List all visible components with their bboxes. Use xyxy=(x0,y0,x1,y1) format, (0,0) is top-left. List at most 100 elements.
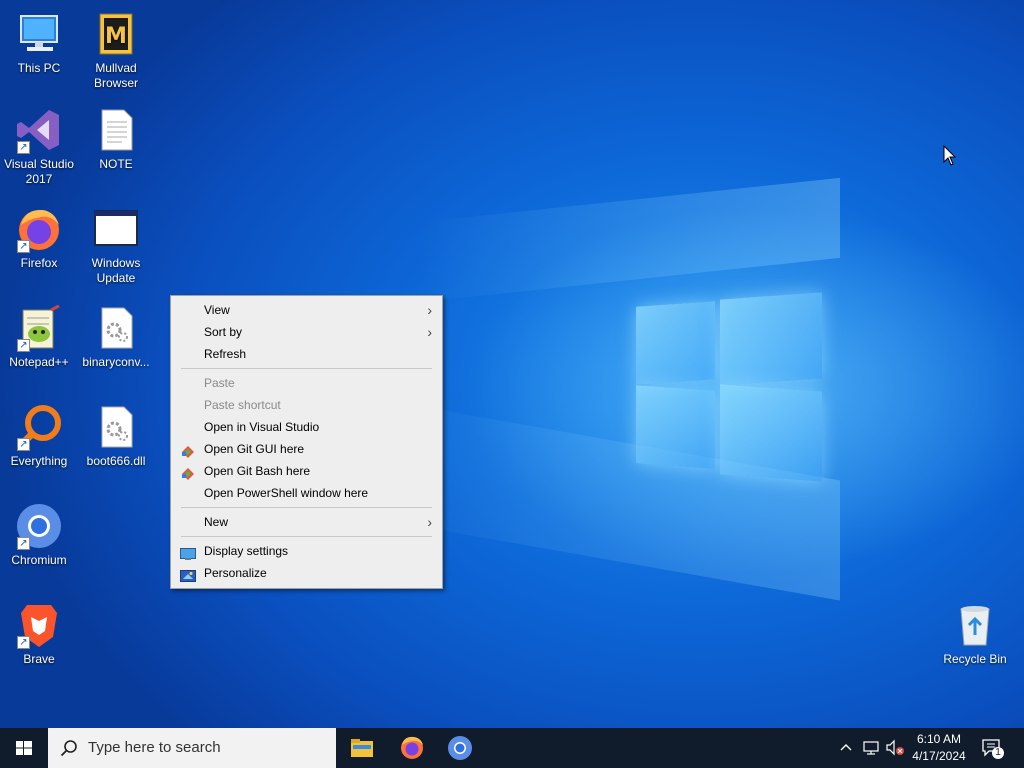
notification-icon xyxy=(982,739,1004,759)
desktop-icon-chromium[interactable]: ↗ Chromium xyxy=(0,502,78,568)
desktop-icon-binaryconv[interactable]: binaryconv... xyxy=(77,304,155,370)
menu-item-open-in-visual-studio[interactable]: Open in Visual Studio xyxy=(171,416,442,438)
desktop-icon-boot666-dll[interactable]: boot666.dll xyxy=(77,403,155,469)
display-settings-icon xyxy=(180,545,196,560)
desktop-icon-brave[interactable]: ↗ Brave xyxy=(0,601,78,667)
menu-item-open-git-bash[interactable]: Open Git Bash here xyxy=(171,460,442,482)
everything-search-icon: ↗ xyxy=(15,403,63,451)
network-icon[interactable] xyxy=(861,738,881,758)
recycle-bin-icon xyxy=(951,601,999,649)
this-pc-icon xyxy=(15,10,63,58)
brave-icon: ↗ xyxy=(15,601,63,649)
desktop-icon-mullvad-browser[interactable]: M Mullvad Browser xyxy=(77,10,155,91)
dll-file-icon xyxy=(92,403,140,451)
icon-label: Mullvad Browser xyxy=(93,61,138,90)
taskbar-chromium[interactable] xyxy=(436,728,484,768)
personalize-icon xyxy=(180,567,196,582)
desktop-icon-recycle-bin[interactable]: Recycle Bin xyxy=(936,601,1014,667)
desktop-icon-this-pc[interactable]: This PC xyxy=(0,10,78,76)
menu-item-label: Personalize xyxy=(204,566,267,580)
desktop-icon-visual-studio[interactable]: ↗ Visual Studio 2017 xyxy=(0,106,78,187)
chromium-icon: ↗ xyxy=(15,502,63,550)
icon-label: binaryconv... xyxy=(82,355,150,369)
desktop-icon-notepad-plus-plus[interactable]: ↗ Notepad++ xyxy=(0,304,78,370)
icon-label: Windows Update xyxy=(91,256,141,285)
desktop-icon-everything[interactable]: ↗ Everything xyxy=(0,403,78,469)
mullvad-browser-icon: M xyxy=(92,10,140,58)
menu-separator xyxy=(181,536,432,537)
visual-studio-icon: ↗ xyxy=(15,106,63,154)
desktop-icon-note[interactable]: NOTE xyxy=(77,106,155,172)
menu-item-label: Display settings xyxy=(204,544,289,558)
submenu-arrow-icon: › xyxy=(427,514,432,530)
icon-label: Visual Studio 2017 xyxy=(4,157,74,186)
menu-item-open-git-gui[interactable]: Open Git GUI here xyxy=(171,438,442,460)
windows-start-icon xyxy=(16,741,32,755)
menu-item-new[interactable]: New › xyxy=(171,511,442,533)
icon-label: Recycle Bin xyxy=(943,652,1007,666)
light-beam xyxy=(420,177,840,303)
menu-item-label: Paste xyxy=(204,376,235,390)
menu-item-paste-shortcut: Paste shortcut xyxy=(171,394,442,416)
menu-separator xyxy=(181,507,432,508)
icon-label: boot666.dll xyxy=(86,454,146,468)
menu-item-refresh[interactable]: Refresh xyxy=(171,343,442,365)
taskbar-file-explorer[interactable] xyxy=(338,728,386,768)
menu-item-label: New xyxy=(204,515,229,529)
settings-file-icon xyxy=(92,304,140,352)
firefox-icon xyxy=(401,736,423,759)
menu-item-personalize[interactable]: Personalize xyxy=(171,562,442,584)
tray-chevron-up-icon[interactable] xyxy=(838,739,854,757)
clock-date: 4/17/2024 xyxy=(912,749,966,763)
shortcut-arrow-icon: ↗ xyxy=(17,339,30,352)
text-file-icon xyxy=(92,106,140,154)
git-gui-icon xyxy=(180,443,196,458)
git-bash-icon xyxy=(180,465,196,480)
search-icon xyxy=(60,740,77,757)
shortcut-arrow-icon: ↗ xyxy=(17,537,30,550)
menu-item-label: Sort by xyxy=(204,325,243,339)
icon-label: Everything xyxy=(10,454,68,468)
icon-label: NOTE xyxy=(99,157,133,171)
windows-logo-wallpaper xyxy=(636,290,823,482)
shortcut-arrow-icon: ↗ xyxy=(17,438,30,451)
menu-item-label: View xyxy=(204,303,230,317)
start-button[interactable] xyxy=(0,728,48,768)
taskbar: Type here to search 6:10 AM 4/17/2024 1 xyxy=(0,728,1024,768)
menu-item-open-powershell[interactable]: Open PowerShell window here xyxy=(171,482,442,504)
menu-item-label: Open Git Bash here xyxy=(204,464,311,478)
mouse-cursor-icon xyxy=(943,144,957,167)
window-icon xyxy=(92,205,140,253)
notepad-plus-plus-icon: ↗ xyxy=(15,304,63,352)
icon-label: Notepad++ xyxy=(9,355,69,369)
menu-item-sort-by[interactable]: Sort by › xyxy=(171,321,442,343)
menu-separator xyxy=(181,368,432,369)
taskbar-search-box[interactable]: Type here to search xyxy=(48,728,336,768)
submenu-arrow-icon: › xyxy=(427,302,432,318)
desktop-icon-windows-update[interactable]: Windows Update xyxy=(77,205,155,286)
submenu-arrow-icon: › xyxy=(427,324,432,340)
menu-item-paste: Paste xyxy=(171,372,442,394)
action-center-button[interactable]: 1 xyxy=(980,736,1006,760)
desktop-context-menu: View › Sort by › Refresh Paste Paste sho… xyxy=(170,295,443,589)
menu-item-label: Open Git GUI here xyxy=(204,442,305,456)
icon-label: Brave xyxy=(23,652,55,666)
taskbar-clock[interactable]: 6:10 AM 4/17/2024 xyxy=(906,731,972,765)
chromium-icon xyxy=(448,736,472,760)
taskbar-firefox[interactable] xyxy=(388,728,436,768)
desktop-icon-firefox[interactable]: ↗ Firefox xyxy=(0,205,78,271)
notification-count: 1 xyxy=(995,747,1001,758)
menu-item-view[interactable]: View › xyxy=(171,299,442,321)
icon-label: This PC xyxy=(17,61,61,75)
menu-item-display-settings[interactable]: Display settings xyxy=(171,540,442,562)
menu-item-label: Paste shortcut xyxy=(204,398,281,412)
search-placeholder: Type here to search xyxy=(88,739,221,756)
desktop-background[interactable]: This PC ↗ Visual Studio 2017 ↗ Firefox ↗… xyxy=(0,0,1024,728)
firefox-icon: ↗ xyxy=(15,205,63,253)
shortcut-arrow-icon: ↗ xyxy=(17,636,30,649)
icon-label: Chromium xyxy=(11,553,67,567)
shortcut-arrow-icon: ↗ xyxy=(17,240,30,253)
shortcut-arrow-icon: ↗ xyxy=(17,141,30,154)
volume-muted-icon[interactable] xyxy=(884,738,906,758)
icon-label: Firefox xyxy=(20,256,58,270)
